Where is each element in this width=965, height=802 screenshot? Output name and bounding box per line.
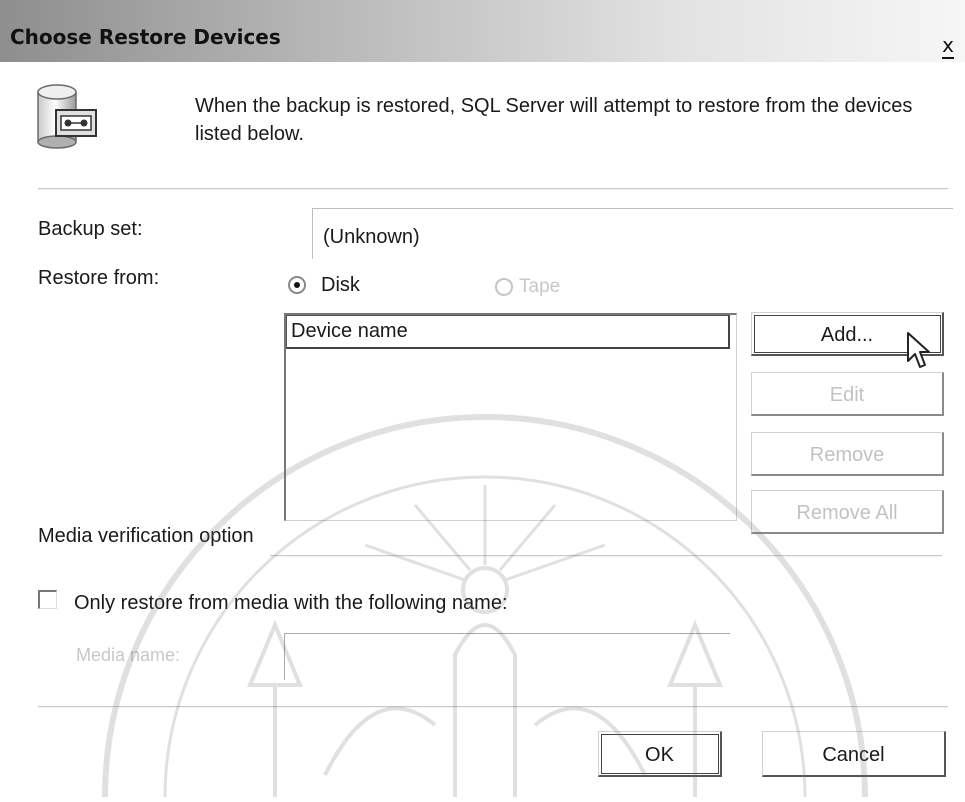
database-tape-icon bbox=[34, 82, 106, 155]
close-button[interactable]: x bbox=[934, 30, 962, 60]
dialog-title: Choose Restore Devices bbox=[10, 25, 281, 49]
intro-text: When the backup is restored, SQL Server … bbox=[195, 95, 913, 145]
backup-set-value-box: (Unknown) bbox=[312, 208, 953, 259]
disk-radio[interactable] bbox=[288, 276, 306, 294]
tape-radio[interactable] bbox=[495, 278, 513, 296]
mouse-pointer-icon bbox=[906, 331, 932, 376]
backup-set-value: (Unknown) bbox=[323, 226, 420, 248]
device-name-column-header[interactable]: Device name bbox=[286, 315, 730, 349]
backup-set-label: Backup set: bbox=[38, 218, 143, 240]
only-restore-checkbox[interactable] bbox=[38, 590, 57, 609]
tape-radio-label[interactable]: Tape bbox=[519, 276, 560, 298]
close-icon: x bbox=[942, 33, 954, 59]
university-seal-watermark bbox=[75, 395, 895, 802]
separator bbox=[38, 188, 948, 190]
disk-radio-label[interactable]: Disk bbox=[321, 274, 360, 297]
restore-from-label: Restore from: bbox=[38, 267, 160, 289]
